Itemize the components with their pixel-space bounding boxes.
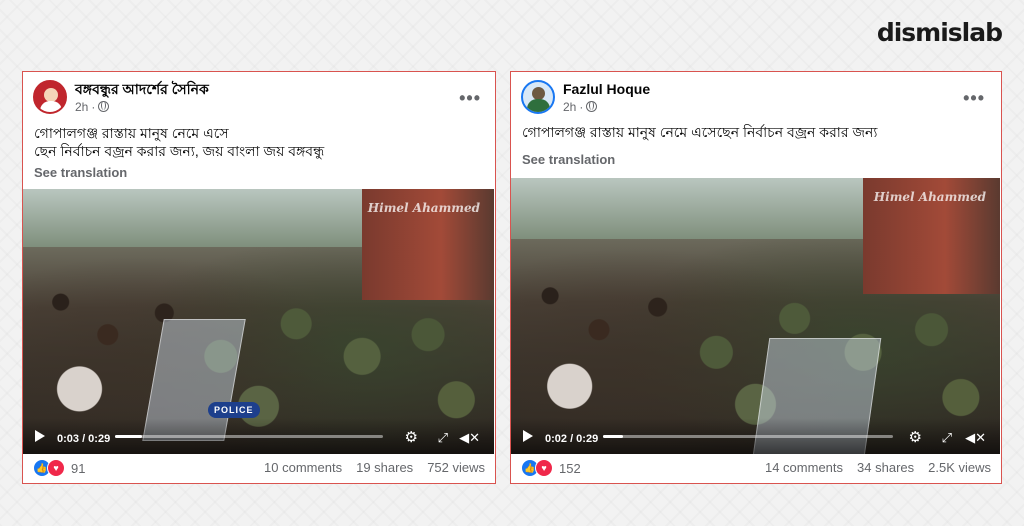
reactions[interactable]: 👍 ♥ 91 — [33, 459, 85, 477]
video-player[interactable]: Himel Ahammed 0:02 / 0:29 ⚙ ⤢ ◀✕ — [511, 178, 1000, 454]
see-translation-link[interactable]: See translation — [522, 152, 615, 167]
author-name[interactable]: Fazlul Hoque — [563, 81, 650, 98]
reactions[interactable]: 👍 ♥ 152 — [521, 459, 581, 477]
post-time[interactable]: 2h — [75, 100, 88, 114]
video-progress-bar[interactable] — [115, 435, 383, 438]
volume-icon[interactable]: ◀✕ — [459, 430, 480, 445]
comments-count[interactable]: 10 comments — [264, 460, 342, 475]
post-text: গোপালগঞ্জ রাস্তায় মানুষ নেমে এসেছেন নির… — [522, 123, 877, 141]
post-footer: 👍 ♥ 91 10 comments 19 shares 752 views — [23, 453, 495, 483]
video-progress-bar[interactable] — [603, 435, 893, 438]
post-text-line: ছেন নির্বাচন বজ্রন করার জন্য, জয় বাংলা … — [34, 143, 325, 159]
post-text-line: গোপালগঞ্জ রাস্তায় মানুষ নেমে এসে — [34, 125, 229, 141]
author-name[interactable]: বঙ্গবন্ধুর আদর্শের সৈনিক — [75, 81, 209, 98]
reaction-count: 91 — [71, 460, 86, 476]
video-progress-fill — [603, 435, 624, 438]
brand-logo: dismislab — [876, 18, 1003, 47]
video-watermark: Himel Ahammed — [873, 190, 986, 204]
views-count: 2.5K views — [928, 460, 991, 475]
globe-icon — [586, 101, 598, 112]
more-options-icon[interactable]: ••• — [963, 88, 985, 109]
fullscreen-icon[interactable]: ⤢ — [438, 430, 448, 445]
views-count: 752 views — [427, 460, 485, 475]
post-text-line: গোপালগঞ্জ রাস্তায় মানুষ নেমে এসেছেন নির… — [522, 124, 878, 140]
video-controls: 0:03 / 0:29 ⚙ ⤢ ◀✕ — [23, 418, 494, 454]
video-progress-fill — [115, 435, 142, 438]
post-header: বঙ্গবন্ধুর আদর্শের সৈনিক 2h · — [33, 80, 209, 114]
shares-count[interactable]: 19 shares — [356, 460, 413, 475]
video-player[interactable]: POLICE Himel Ahammed 0:03 / 0:29 ⚙ ⤢ ◀✕ — [23, 189, 494, 454]
police-helmet-label: POLICE — [208, 402, 260, 418]
play-icon[interactable] — [523, 430, 533, 442]
post-text: গোপালগঞ্জ রাস্তায় মানুষ নেমে এসে ছেন নি… — [34, 124, 324, 160]
gear-icon[interactable]: ⚙ — [909, 430, 922, 445]
comments-count[interactable]: 14 comments — [765, 460, 843, 475]
video-controls: 0:02 / 0:29 ⚙ ⤢ ◀✕ — [511, 418, 1000, 454]
post-time[interactable]: 2h — [563, 100, 576, 114]
globe-icon — [98, 101, 110, 112]
shares-count[interactable]: 34 shares — [857, 460, 914, 475]
avatar[interactable] — [521, 80, 555, 114]
video-time: 0:03 / 0:29 — [57, 433, 111, 445]
post-card-left: বঙ্গবন্ধুর আদর্শের সৈনিক 2h · ••• গোপালগ… — [22, 71, 496, 484]
reaction-count: 152 — [559, 460, 581, 476]
video-time: 0:02 / 0:29 — [545, 433, 599, 445]
post-header: Fazlul Hoque 2h · — [521, 80, 650, 114]
post-footer: 👍 ♥ 152 14 comments 34 shares 2.5K views — [511, 453, 1001, 483]
volume-icon[interactable]: ◀✕ — [965, 430, 986, 445]
love-reaction-icon: ♥ — [47, 459, 65, 477]
post-card-right: Fazlul Hoque 2h · ••• গোপালগঞ্জ রাস্তায়… — [510, 71, 1002, 484]
more-options-icon[interactable]: ••• — [459, 88, 481, 109]
video-watermark: Himel Ahammed — [367, 201, 480, 215]
see-translation-link[interactable]: See translation — [34, 165, 127, 180]
avatar[interactable] — [33, 80, 67, 114]
fullscreen-icon[interactable]: ⤢ — [942, 430, 952, 445]
love-reaction-icon: ♥ — [535, 459, 553, 477]
gear-icon[interactable]: ⚙ — [405, 430, 418, 445]
play-icon[interactable] — [35, 430, 45, 442]
